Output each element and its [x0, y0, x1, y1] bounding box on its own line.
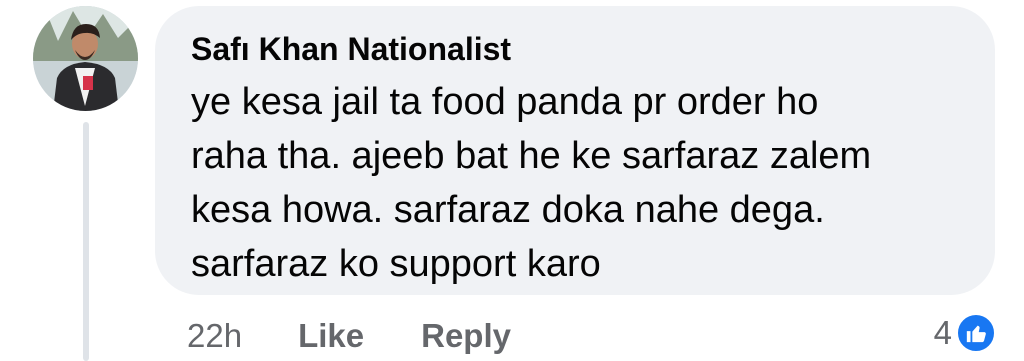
comment-timestamp[interactable]: 22h: [187, 317, 242, 355]
comment-text: ye kesa jail ta food panda pr order ho r…: [191, 75, 959, 291]
thumbs-up-glyph: [966, 325, 986, 343]
reply-button[interactable]: Reply: [421, 317, 511, 355]
reply-thread-line: [83, 122, 89, 361]
comment-text-line: ye kesa jail ta food panda pr order ho: [191, 81, 819, 123]
comment-bubble: Safı Khan Nationalist ye kesa jail ta fo…: [155, 6, 995, 295]
comment-text-line: raha tha. ajeeb bat he ke sarfaraz zalem: [191, 135, 872, 177]
profile-photo: [33, 6, 138, 111]
comment-text-line: sarfaraz ko support karo: [191, 243, 601, 285]
comment-actions: 22h Like Reply: [187, 314, 511, 358]
reaction-count: 4: [933, 314, 952, 351]
like-button[interactable]: Like: [298, 317, 364, 355]
comment-text-line: kesa howa. sarfaraz doka nahe dega.: [191, 189, 825, 231]
reaction-summary[interactable]: 4: [934, 313, 996, 353]
avatar[interactable]: [33, 6, 138, 111]
thumbs-up-icon: [956, 313, 996, 353]
comment-author[interactable]: Safı Khan Nationalist: [191, 30, 959, 68]
